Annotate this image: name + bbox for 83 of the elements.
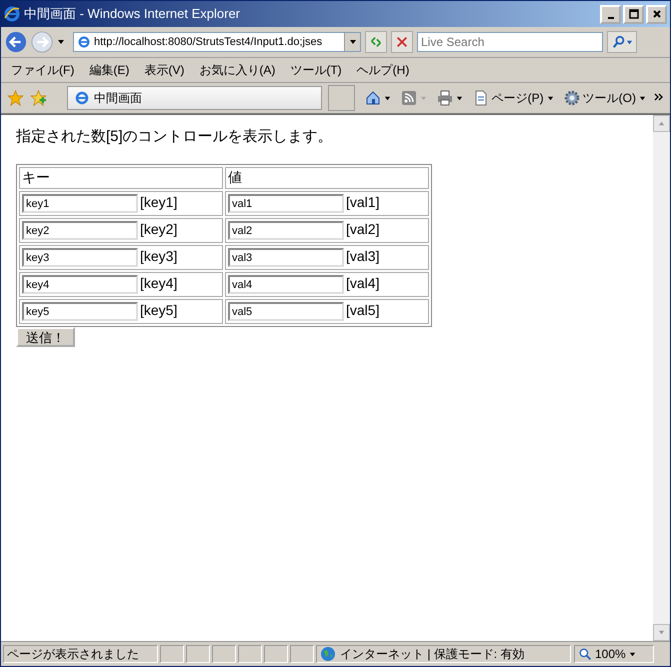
value-echo-text: [val4] bbox=[346, 275, 380, 292]
close-button[interactable] bbox=[646, 4, 667, 24]
tools-menu-button[interactable]: ツール(O) bbox=[562, 90, 648, 106]
page-menu-button[interactable]: ページ(P) bbox=[470, 90, 556, 106]
back-button[interactable] bbox=[5, 31, 27, 53]
status-pane bbox=[212, 645, 236, 663]
globe-icon bbox=[320, 646, 336, 662]
key-field[interactable]: key1 bbox=[22, 194, 138, 213]
refresh-icon bbox=[369, 35, 383, 49]
value-field[interactable]: val5 bbox=[228, 302, 344, 321]
menu-item[interactable]: ヘルプ(H) bbox=[356, 62, 410, 78]
intro-text: 指定された数[5]のコントロールを表示します。 bbox=[16, 127, 334, 146]
down-arrow-icon bbox=[658, 629, 665, 636]
status-pane bbox=[160, 645, 184, 663]
submit-button[interactable]: 送信！ bbox=[16, 327, 75, 347]
browser-tab[interactable]: 中間画面 bbox=[66, 86, 322, 110]
status-pane bbox=[290, 645, 314, 663]
caret-icon bbox=[639, 94, 646, 102]
chevron-icon[interactable] bbox=[654, 93, 664, 103]
key-field[interactable]: key5 bbox=[22, 302, 138, 321]
key-echo-text: [key5] bbox=[140, 302, 178, 318]
stop-button[interactable] bbox=[391, 31, 413, 53]
value-field[interactable]: val1 bbox=[228, 194, 344, 213]
menu-item[interactable]: お気に入り(A) bbox=[199, 62, 276, 78]
close-icon bbox=[652, 9, 662, 19]
maximize-button[interactable] bbox=[623, 4, 644, 24]
address-field[interactable]: http://localhost:8080/StrutsTest4/Input1.do;jses bbox=[73, 32, 361, 52]
key-field[interactable]: key4 bbox=[22, 275, 138, 294]
menu-item[interactable]: ファイル(F) bbox=[11, 62, 74, 78]
value-echo-text: [val5] bbox=[346, 302, 380, 318]
caret-icon bbox=[420, 94, 427, 102]
browser-icon bbox=[4, 6, 20, 22]
up-arrow-icon bbox=[658, 120, 665, 127]
status-pane bbox=[186, 645, 210, 663]
page-icon bbox=[74, 90, 90, 106]
caret-icon bbox=[456, 94, 463, 102]
value-field[interactable]: val2 bbox=[228, 221, 344, 240]
caret-icon bbox=[626, 38, 632, 46]
printer-icon bbox=[436, 90, 453, 106]
column-header: 値 bbox=[225, 167, 429, 189]
document-icon bbox=[472, 90, 489, 106]
value-echo-text: [val2] bbox=[346, 221, 380, 238]
minimize-icon bbox=[608, 17, 614, 19]
caret-icon bbox=[546, 94, 554, 102]
star-icon[interactable] bbox=[7, 89, 24, 107]
maximize-icon bbox=[628, 9, 638, 19]
key-field[interactable]: key3 bbox=[22, 248, 138, 267]
zoom-icon bbox=[579, 648, 592, 660]
gear-icon bbox=[564, 90, 580, 106]
menu-item[interactable]: 表示(V) bbox=[144, 62, 184, 78]
menu-item[interactable]: ツール(T) bbox=[290, 62, 342, 78]
dropdown-icon[interactable] bbox=[57, 38, 65, 46]
page-icon bbox=[77, 35, 91, 49]
home-icon bbox=[364, 90, 381, 106]
value-field[interactable]: val3 bbox=[228, 248, 344, 267]
feed-icon bbox=[400, 90, 417, 106]
value-field[interactable]: val4 bbox=[228, 275, 344, 294]
zoom-button[interactable]: 100% bbox=[574, 645, 654, 663]
status-pane bbox=[238, 645, 262, 663]
key-echo-text: [key2] bbox=[140, 221, 178, 238]
search-field[interactable]: Live Search bbox=[417, 32, 603, 52]
window-title: 中間画面 - Windows Internet Explorer bbox=[24, 5, 240, 23]
stop-icon bbox=[395, 35, 409, 49]
menu-item[interactable]: 編集(E) bbox=[89, 62, 130, 78]
key-echo-text: [key1] bbox=[140, 194, 178, 210]
value-echo-text: [val3] bbox=[346, 248, 380, 264]
key-echo-text: [key4] bbox=[140, 275, 178, 292]
key-field[interactable]: key2 bbox=[22, 221, 138, 240]
key-echo-text: [key3] bbox=[140, 248, 178, 264]
column-header: キー bbox=[19, 167, 223, 189]
search-icon bbox=[612, 35, 626, 49]
status-text: ページが表示されました bbox=[3, 645, 158, 663]
url-text: http://localhost:8080/StrutsTest4/Input1.do;jses bbox=[94, 36, 324, 48]
zone-text: インターネット | 保護モード: 有効 bbox=[340, 646, 524, 662]
refresh-button[interactable] bbox=[365, 31, 387, 53]
dropdown-button[interactable] bbox=[344, 33, 360, 51]
caret-icon bbox=[384, 94, 391, 102]
status-pane bbox=[264, 645, 288, 663]
dropdown-icon bbox=[348, 38, 356, 46]
search-button[interactable] bbox=[607, 31, 637, 53]
minimize-button[interactable] bbox=[600, 4, 621, 24]
caret-icon bbox=[628, 650, 636, 658]
value-echo-text: [val1] bbox=[346, 194, 380, 210]
